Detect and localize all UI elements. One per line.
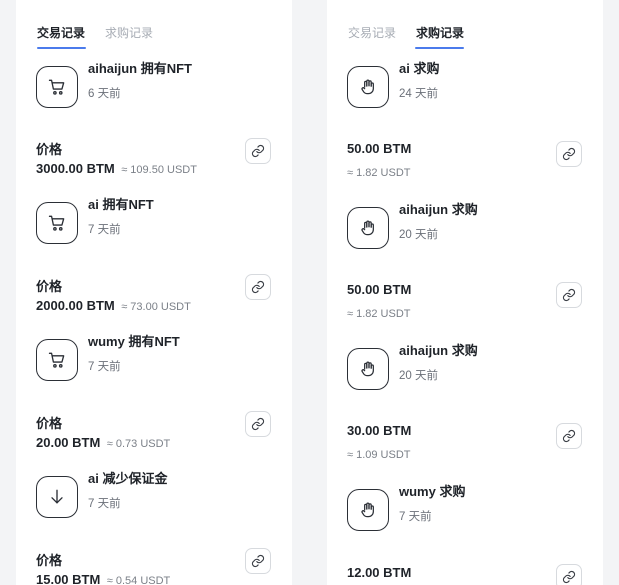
link-icon bbox=[562, 429, 576, 443]
price-amount: 3000.00 BTM bbox=[36, 161, 115, 176]
link-button[interactable] bbox=[556, 141, 582, 167]
price-label: 价格 bbox=[36, 142, 63, 157]
activity-title: wumy 求购 bbox=[399, 484, 466, 499]
link-button[interactable] bbox=[245, 274, 271, 300]
price-value: 30.00 BTM bbox=[347, 422, 411, 440]
price-amount: 20.00 BTM bbox=[36, 435, 101, 450]
price-amount: 15.00 BTM bbox=[36, 572, 101, 585]
price-value: 15.00 BTM ≈ 0.54 USDT bbox=[36, 571, 170, 585]
activity-time: 7 天前 bbox=[399, 511, 432, 523]
link-icon bbox=[562, 288, 576, 302]
activity-title: ai 减少保证金 bbox=[88, 471, 168, 486]
activity-title: aihaijun 求购 bbox=[399, 343, 478, 358]
activity-title: wumy 拥有NFT bbox=[88, 334, 180, 349]
price-value: 20.00 BTM ≈ 0.73 USDT bbox=[36, 434, 170, 452]
link-icon bbox=[251, 280, 265, 294]
price-amount: 2000.00 BTM bbox=[36, 298, 115, 313]
price-approx-usdt: ≈ 0.73 USDT bbox=[106, 438, 171, 450]
activity-time: 24 天前 bbox=[399, 88, 438, 100]
activity-time: 6 天前 bbox=[88, 88, 121, 100]
record-tabs: 交易记录 求购记录 bbox=[348, 24, 588, 52]
price-amount: 50.00 BTM bbox=[347, 141, 412, 156]
activity-title: aihaijun 拥有NFT bbox=[88, 61, 193, 76]
cart-icon bbox=[36, 339, 78, 381]
price-approx-usdt: ≈ 1.82 USDT bbox=[347, 167, 411, 179]
price-value: 50.00 BTM bbox=[347, 140, 411, 158]
hand-icon bbox=[347, 207, 389, 249]
active-tab-indicator bbox=[415, 47, 464, 49]
hand-icon bbox=[347, 348, 389, 390]
price-approx-usdt: ≈ 109.50 USDT bbox=[121, 164, 197, 176]
tab-purchase-records[interactable]: 求购记录 bbox=[105, 24, 153, 41]
arrow-down-icon bbox=[36, 476, 78, 518]
link-button[interactable] bbox=[556, 564, 582, 585]
link-icon bbox=[251, 144, 265, 158]
price-value: 50.00 BTM bbox=[347, 281, 411, 299]
link-button[interactable] bbox=[245, 138, 271, 164]
price-label: 价格 bbox=[36, 416, 63, 431]
price-label: 价格 bbox=[36, 553, 63, 568]
price-approx-usdt: ≈ 1.82 USDT bbox=[347, 308, 411, 320]
price-approx-usdt: ≈ 0.54 USDT bbox=[106, 575, 171, 585]
price-approx-usdt: ≈ 1.09 USDT bbox=[347, 449, 411, 461]
link-icon bbox=[251, 417, 265, 431]
purchase-records-panel: 交易记录 求购记录 ai 求购 24 天前 50.00 BTM ≈ 1.82 U… bbox=[327, 0, 603, 585]
tab-purchase-records[interactable]: 求购记录 bbox=[416, 24, 464, 41]
link-button[interactable] bbox=[556, 282, 582, 308]
tab-trade-records[interactable]: 交易记录 bbox=[348, 24, 396, 41]
hand-icon bbox=[347, 489, 389, 531]
record-tabs: 交易记录 求购记录 bbox=[37, 24, 277, 52]
link-icon bbox=[562, 147, 576, 161]
hand-icon bbox=[347, 66, 389, 108]
activity-time: 20 天前 bbox=[399, 229, 438, 241]
price-amount: 12.00 BTM bbox=[347, 565, 412, 580]
trade-records-panel: 交易记录 求购记录 aihaijun 拥有NFT 6 天前 价格 3000.00… bbox=[16, 0, 292, 585]
activity-time: 7 天前 bbox=[88, 224, 121, 236]
link-icon bbox=[251, 554, 265, 568]
price-approx-usdt: ≈ 73.00 USDT bbox=[121, 301, 191, 313]
price-label: 价格 bbox=[36, 279, 63, 294]
cart-icon bbox=[36, 202, 78, 244]
price-value: 3000.00 BTM ≈ 109.50 USDT bbox=[36, 160, 197, 178]
link-icon bbox=[562, 570, 576, 584]
activity-title: ai 拥有NFT bbox=[88, 197, 154, 212]
active-tab-indicator bbox=[37, 47, 86, 49]
activity-time: 7 天前 bbox=[88, 361, 121, 373]
activity-title: ai 求购 bbox=[399, 61, 440, 76]
link-button[interactable] bbox=[556, 423, 582, 449]
price-amount: 30.00 BTM bbox=[347, 423, 412, 438]
price-amount: 50.00 BTM bbox=[347, 282, 412, 297]
price-value: 2000.00 BTM ≈ 73.00 USDT bbox=[36, 297, 191, 315]
activity-time: 20 天前 bbox=[399, 370, 438, 382]
activity-title: aihaijun 求购 bbox=[399, 202, 478, 217]
activity-time: 7 天前 bbox=[88, 498, 121, 510]
tab-trade-records[interactable]: 交易记录 bbox=[37, 24, 85, 41]
link-button[interactable] bbox=[245, 411, 271, 437]
link-button[interactable] bbox=[245, 548, 271, 574]
price-value: 12.00 BTM bbox=[347, 564, 411, 582]
cart-icon bbox=[36, 66, 78, 108]
